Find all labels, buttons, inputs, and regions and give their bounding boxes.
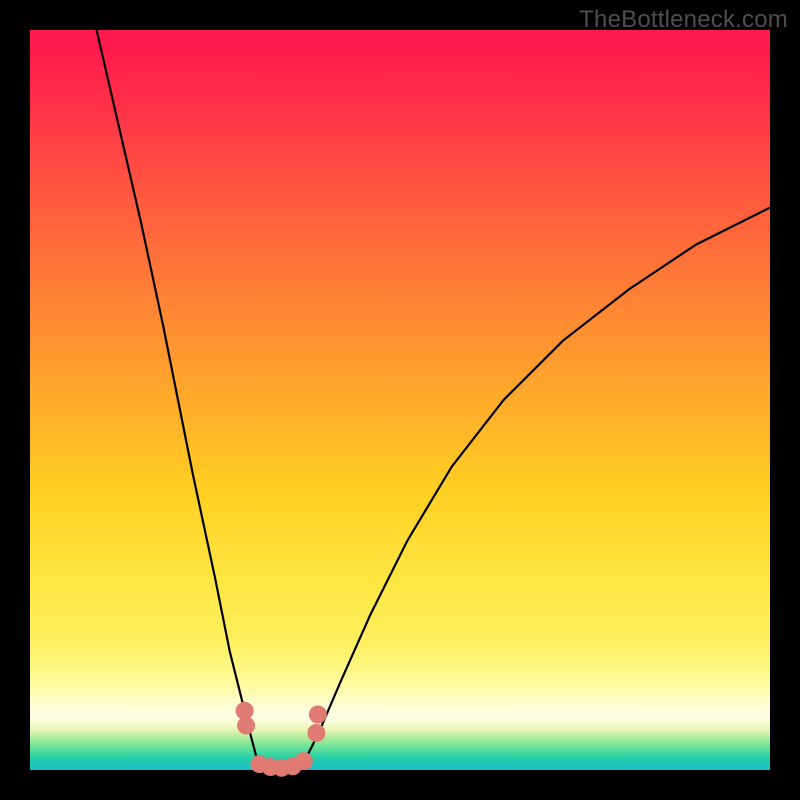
data-marker	[237, 717, 255, 735]
chart-frame: TheBottleneck.com	[0, 0, 800, 800]
plot-area	[30, 30, 770, 770]
data-marker	[309, 706, 327, 724]
curve-group	[97, 30, 770, 769]
data-marker	[307, 724, 325, 742]
bottleneck-curve	[97, 30, 770, 769]
marker-group	[236, 702, 327, 777]
watermark-text: TheBottleneck.com	[579, 6, 788, 34]
data-marker	[295, 752, 313, 770]
chart-svg	[30, 30, 770, 770]
